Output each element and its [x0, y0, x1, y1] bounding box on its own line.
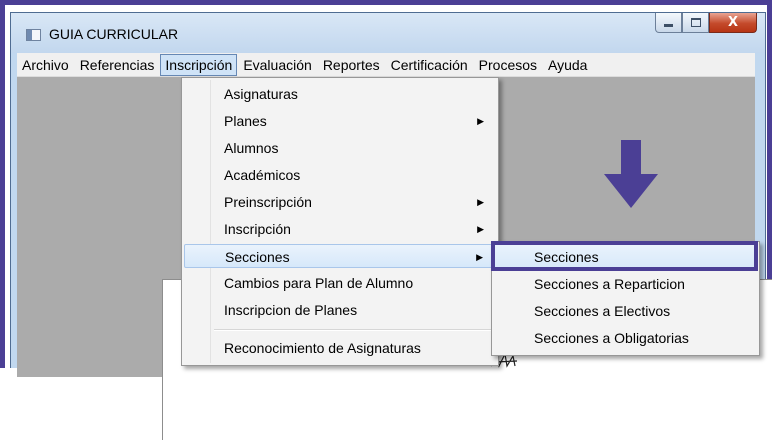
submenu-item-electivos[interactable]: Secciones a Electivos	[494, 298, 756, 324]
menu-inscripcion[interactable]: Inscripción	[160, 53, 238, 76]
dropdown-item-reconocimiento[interactable]: Reconocimiento de Asignaturas	[184, 336, 494, 360]
menu-ayuda[interactable]: Ayuda	[543, 54, 592, 76]
close-button[interactable]: X	[709, 13, 757, 33]
submenu-item-reparticion[interactable]: Secciones a Reparticion	[494, 271, 756, 297]
app-icon	[26, 29, 41, 41]
inscripcion-dropdown: Asignaturas Planes ▶ Alumnos Académicos …	[181, 77, 499, 366]
dropdown-item-secciones[interactable]: Secciones ▶	[184, 244, 494, 268]
annotation-down-arrow-icon	[604, 140, 658, 208]
menu-reportes[interactable]: Reportes	[318, 54, 385, 76]
dropdown-item-preinscripcion[interactable]: Preinscripción ▶	[184, 190, 494, 214]
dropdown-item-inscripcion[interactable]: Inscripción ▶	[184, 217, 494, 241]
submenu-item-obligatorias[interactable]: Secciones a Obligatorias	[494, 325, 756, 351]
submenu-arrow-icon: ▶	[476, 252, 483, 262]
menu-certificacion[interactable]: Certificación	[386, 54, 473, 76]
window-title: GUIA CURRICULAR	[49, 26, 179, 42]
menu-evaluacion[interactable]: Evaluación	[238, 54, 317, 76]
dropdown-item-planes[interactable]: Planes ▶	[184, 109, 494, 133]
menu-bar: Archivo Referencias Inscripción Evaluaci…	[17, 53, 755, 77]
menu-referencias[interactable]: Referencias	[75, 54, 160, 76]
menu-archivo[interactable]: Archivo	[17, 54, 74, 76]
dropdown-item-asignaturas[interactable]: Asignaturas	[184, 82, 494, 106]
maximize-button[interactable]	[682, 13, 709, 33]
submenu-arrow-icon: ▶	[477, 197, 484, 207]
dropdown-item-alumnos[interactable]: Alumnos	[184, 136, 494, 160]
minimize-icon	[664, 23, 673, 27]
dropdown-item-inscripcion-planes[interactable]: Inscripcion de Planes	[184, 298, 494, 322]
annotation-highlight-box	[491, 241, 758, 271]
dropdown-item-cambios-plan[interactable]: Cambios para Plan de Alumno	[184, 271, 494, 295]
maximize-icon	[690, 18, 701, 27]
minimize-button[interactable]	[655, 13, 682, 33]
menu-procesos[interactable]: Procesos	[474, 54, 542, 76]
submenu-arrow-icon: ▶	[477, 224, 484, 234]
close-icon: X	[727, 15, 739, 30]
caption-buttons: X	[655, 13, 757, 35]
submenu-arrow-icon: ▶	[477, 116, 484, 126]
dropdown-item-academicos[interactable]: Académicos	[184, 163, 494, 187]
title-bar[interactable]: GUIA CURRICULAR X	[11, 13, 765, 53]
dropdown-separator	[214, 329, 492, 331]
